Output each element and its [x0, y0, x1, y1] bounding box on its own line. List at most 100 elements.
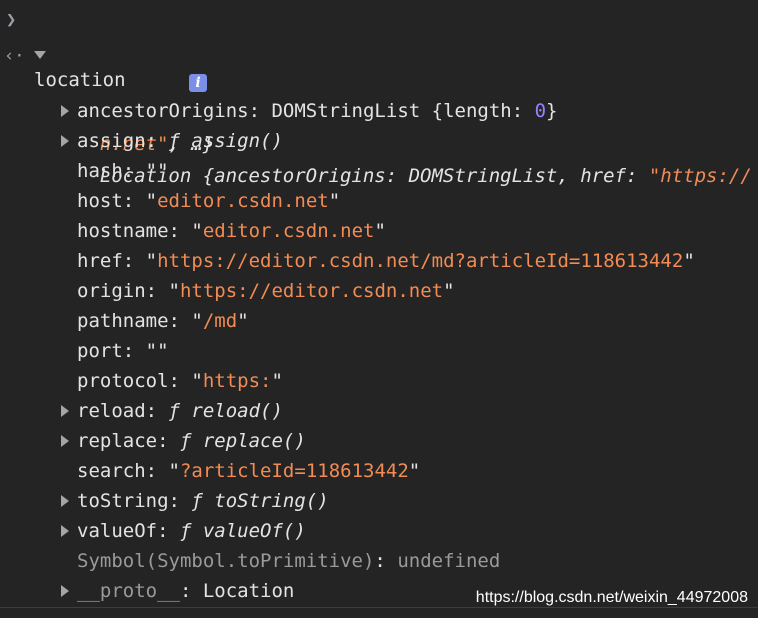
property-row[interactable]: toString: ƒ toString(): [0, 486, 758, 516]
function-name: assign(): [179, 130, 283, 152]
function-name: valueOf(): [191, 520, 306, 542]
property-separator: :: [157, 520, 180, 542]
console-bottom-border: [0, 607, 758, 618]
quote-open: ": [191, 220, 203, 242]
watermark-text: https://blog.csdn.net/weixin_44972008: [475, 589, 748, 606]
property-string-value: editor.csdn.net: [202, 220, 375, 242]
property-row[interactable]: replace: ƒ replace(): [0, 426, 758, 456]
property-separator: :: [248, 100, 272, 122]
quote-close: ": [374, 220, 386, 242]
property-value: Location: [202, 580, 295, 602]
property-row: hash: "": [0, 156, 758, 186]
expand-caret-icon[interactable]: [61, 405, 69, 417]
property-separator: :: [122, 340, 146, 362]
property-separator: :: [122, 190, 146, 212]
property-row[interactable]: assign: ƒ assign(): [0, 126, 758, 156]
expand-caret-icon[interactable]: [61, 585, 69, 597]
property-value-end: }: [546, 100, 558, 122]
quote-close: ": [328, 190, 341, 212]
function-name: reload(): [179, 400, 283, 422]
property-row: protocol: "https:": [0, 366, 758, 396]
property-row: Symbol(Symbol.toPrimitive): undefined: [0, 546, 758, 576]
property-key: protocol: [77, 370, 169, 392]
property-key: valueOf: [77, 520, 158, 542]
property-separator: :: [145, 280, 169, 302]
expand-caret-icon[interactable]: [61, 105, 69, 117]
property-separator: :: [168, 310, 192, 332]
property-string-value: https://editor.csdn.net/md?articleId=118…: [157, 250, 684, 272]
property-key: toString: [77, 490, 169, 512]
property-separator: :: [145, 130, 169, 152]
quote-close: ": [683, 250, 695, 272]
property-separator: :: [374, 550, 398, 572]
function-name: replace(): [191, 430, 306, 452]
property-key: host: [77, 190, 123, 212]
quote-open: ": [145, 250, 158, 272]
property-key: origin: [77, 280, 146, 302]
property-key: search: [77, 460, 146, 482]
function-icon: ƒ: [168, 400, 180, 422]
property-key: ancestorOrigins: [77, 100, 249, 122]
property-separator: :: [168, 490, 192, 512]
property-string-value: https:: [202, 370, 272, 392]
property-separator: :: [179, 580, 203, 602]
property-row: hostname: "editor.csdn.net": [0, 216, 758, 246]
console-result-line-2: n.net", …} i: [0, 69, 758, 155]
property-key: assign: [77, 130, 146, 152]
function-icon: ƒ: [191, 490, 203, 512]
property-key: port: [77, 340, 123, 362]
function-name: toString(): [202, 490, 329, 512]
info-icon[interactable]: i: [189, 74, 207, 92]
property-row: href: "https://editor.csdn.net/md?articl…: [0, 246, 758, 276]
quote-open: ": [191, 310, 203, 332]
function-icon: ƒ: [179, 520, 192, 542]
property-separator: :: [168, 370, 192, 392]
quote-close: ": [237, 310, 249, 332]
property-separator: :: [122, 160, 146, 182]
property-string-value: editor.csdn.net: [157, 190, 329, 212]
console-result-line[interactable]: ‹· Location {ancestorOrigins: DOMStringL…: [0, 41, 758, 187]
expand-caret-icon[interactable]: [61, 525, 69, 537]
property-value: DOMStringList {length:: [271, 100, 535, 122]
property-string-value: "": [145, 160, 169, 182]
expand-caret-icon[interactable]: [61, 435, 69, 447]
property-string-value: "": [145, 340, 169, 362]
property-key: reload: [77, 400, 146, 422]
property-key: Symbol(Symbol.toPrimitive): [77, 550, 375, 572]
property-key: href: [77, 250, 123, 272]
property-value: undefined: [397, 550, 501, 572]
property-separator: :: [157, 430, 180, 452]
property-row: pathname: "/md": [0, 306, 758, 336]
quote-open: ": [145, 190, 158, 212]
expand-caret-icon[interactable]: [61, 135, 69, 147]
quote-open: ": [168, 280, 180, 302]
property-row[interactable]: reload: ƒ reload(): [0, 396, 758, 426]
property-separator: :: [145, 400, 169, 422]
property-key: __proto__: [77, 580, 180, 602]
property-row: host: "editor.csdn.net": [0, 186, 758, 216]
expand-caret-icon[interactable]: [34, 51, 46, 59]
property-key: pathname: [77, 310, 169, 332]
quote-close: ": [443, 280, 455, 302]
property-separator: :: [145, 460, 169, 482]
quote-open: ": [191, 370, 203, 392]
chevron-left-icon: ‹·: [4, 46, 25, 66]
property-row: origin: "https://editor.csdn.net": [0, 276, 758, 306]
property-key: hostname: [77, 220, 169, 242]
quote-close: ": [408, 460, 421, 482]
expand-caret-icon[interactable]: [61, 495, 69, 507]
property-number: 0: [534, 100, 547, 122]
property-string-value: ?articleId=118613442: [179, 460, 409, 482]
property-row: port: "": [0, 336, 758, 366]
console-input-line[interactable]: ❯ location: [0, 5, 758, 91]
property-string-value: /md: [202, 310, 238, 332]
property-string-value: https://editor.csdn.net: [179, 280, 444, 302]
quote-close: ": [271, 370, 283, 392]
property-row: search: "?articleId=118613442": [0, 456, 758, 486]
chevron-right-icon: ❯: [6, 10, 17, 30]
quote-open: ": [168, 460, 180, 482]
function-icon: ƒ: [168, 130, 180, 152]
property-row[interactable]: ancestorOrigins: DOMStringList {length: …: [0, 96, 758, 126]
function-icon: ƒ: [179, 430, 192, 452]
property-row[interactable]: valueOf: ƒ valueOf(): [0, 516, 758, 546]
